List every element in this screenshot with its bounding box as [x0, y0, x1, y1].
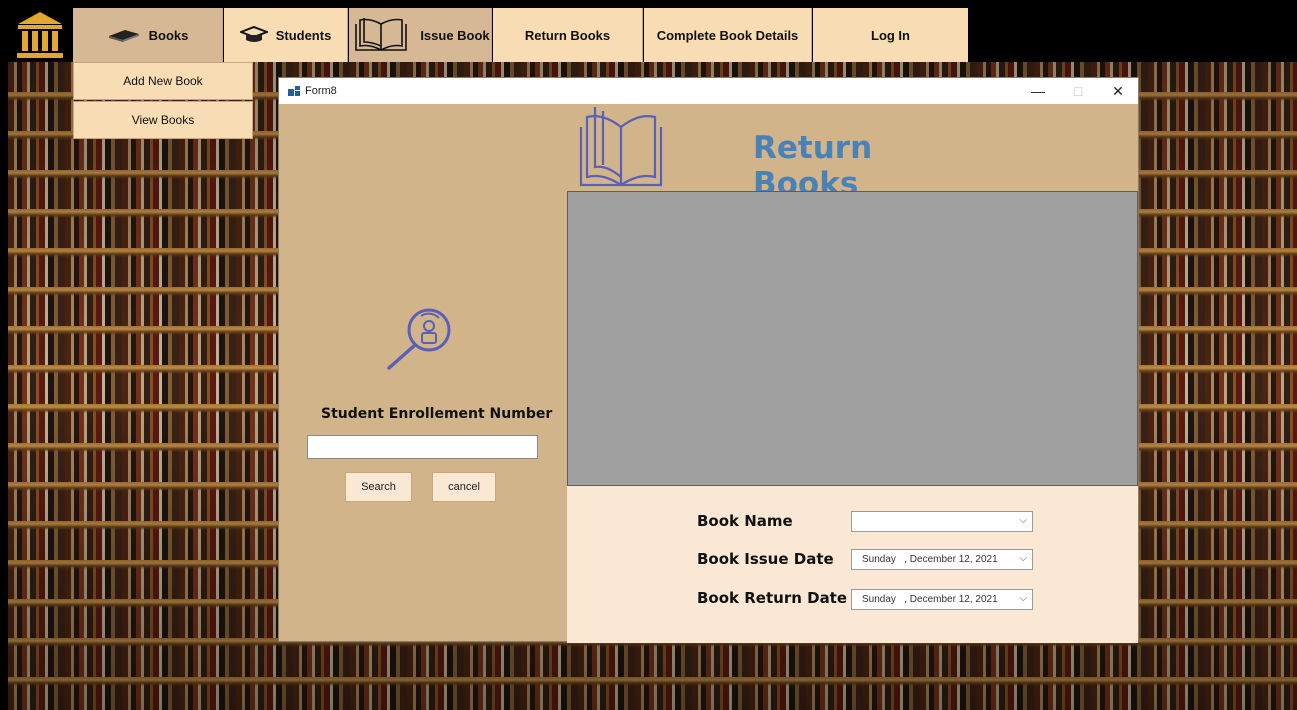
menu-item-view-books-label: View Books — [131, 113, 195, 127]
book-issue-date-label: Book Issue Date — [697, 550, 834, 568]
nav-complete-book-details-label: Complete Book Details — [656, 27, 799, 43]
book-issue-date-value: Sunday , December 12, 2021 — [862, 554, 998, 565]
enrollment-number-input[interactable] — [307, 435, 538, 459]
menu-item-view-books[interactable]: View Books — [73, 101, 253, 139]
nav-return-books-label: Return Books — [524, 27, 611, 43]
app-window-icon — [288, 86, 300, 96]
book-return-date-picker[interactable]: Sunday , December 12, 2021 ⌵ — [851, 589, 1033, 610]
nav-students[interactable]: Students — [224, 8, 348, 62]
open-book-icon — [350, 16, 412, 54]
book-name-label: Book Name — [697, 512, 793, 530]
nav-issue-book[interactable]: Issue Book — [349, 8, 492, 62]
graduation-cap-icon — [239, 25, 268, 45]
minimize-button[interactable]: — — [1018, 78, 1058, 104]
top-strip — [0, 0, 1297, 8]
cancel-button[interactable]: cancel — [432, 472, 496, 502]
nav-books-label: Books — [148, 27, 189, 43]
maximize-button[interactable]: □ — [1058, 78, 1098, 104]
window-titlebar[interactable]: Form8 — □ ✕ — [279, 78, 1138, 104]
nav-log-in-label: Log In — [871, 27, 910, 43]
open-book-icon — [577, 105, 665, 196]
book-return-date-label: Book Return Date — [697, 589, 848, 607]
menu-item-add-new-book[interactable]: Add New Book — [73, 62, 253, 100]
chevron-down-icon: ⌵ — [1019, 553, 1027, 564]
book-details-panel: Book Name ⌵ Book Issue Date Sunday , Dec… — [567, 486, 1138, 643]
nav-return-books[interactable]: Return Books — [493, 8, 643, 62]
book-icon — [107, 27, 141, 43]
nav-books[interactable]: Books — [73, 8, 223, 62]
nav-log-in[interactable]: Log In — [813, 8, 968, 62]
issued-books-grid[interactable] — [567, 191, 1138, 486]
search-student-icon — [385, 306, 459, 377]
book-issue-date-picker[interactable]: Sunday , December 12, 2021 ⌵ — [851, 549, 1033, 570]
close-button[interactable]: ✕ — [1098, 78, 1138, 104]
book-return-date-value: Sunday , December 12, 2021 — [862, 594, 998, 605]
search-button[interactable]: Search — [345, 472, 412, 502]
enrollment-number-label: Student Enrollement Number — [321, 406, 553, 422]
chevron-down-icon: ⌵ — [1019, 515, 1027, 526]
search-button-label: Search — [361, 481, 396, 493]
nav-students-label: Students — [275, 27, 332, 43]
menu-item-add-new-book-label: Add New Book — [123, 74, 203, 88]
cancel-button-label: cancel — [448, 481, 480, 493]
library-logo — [8, 8, 72, 62]
chevron-down-icon: ⌵ — [1019, 593, 1027, 604]
nav-complete-book-details[interactable]: Complete Book Details — [644, 8, 812, 62]
form-window: Form8 — □ ✕ Return Books Student Enrolle… — [278, 77, 1139, 643]
library-building-icon — [17, 12, 63, 58]
nav-issue-book-label: Issue Book — [420, 27, 490, 43]
book-name-select[interactable]: ⌵ — [851, 511, 1033, 532]
window-title: Form8 — [305, 85, 337, 97]
